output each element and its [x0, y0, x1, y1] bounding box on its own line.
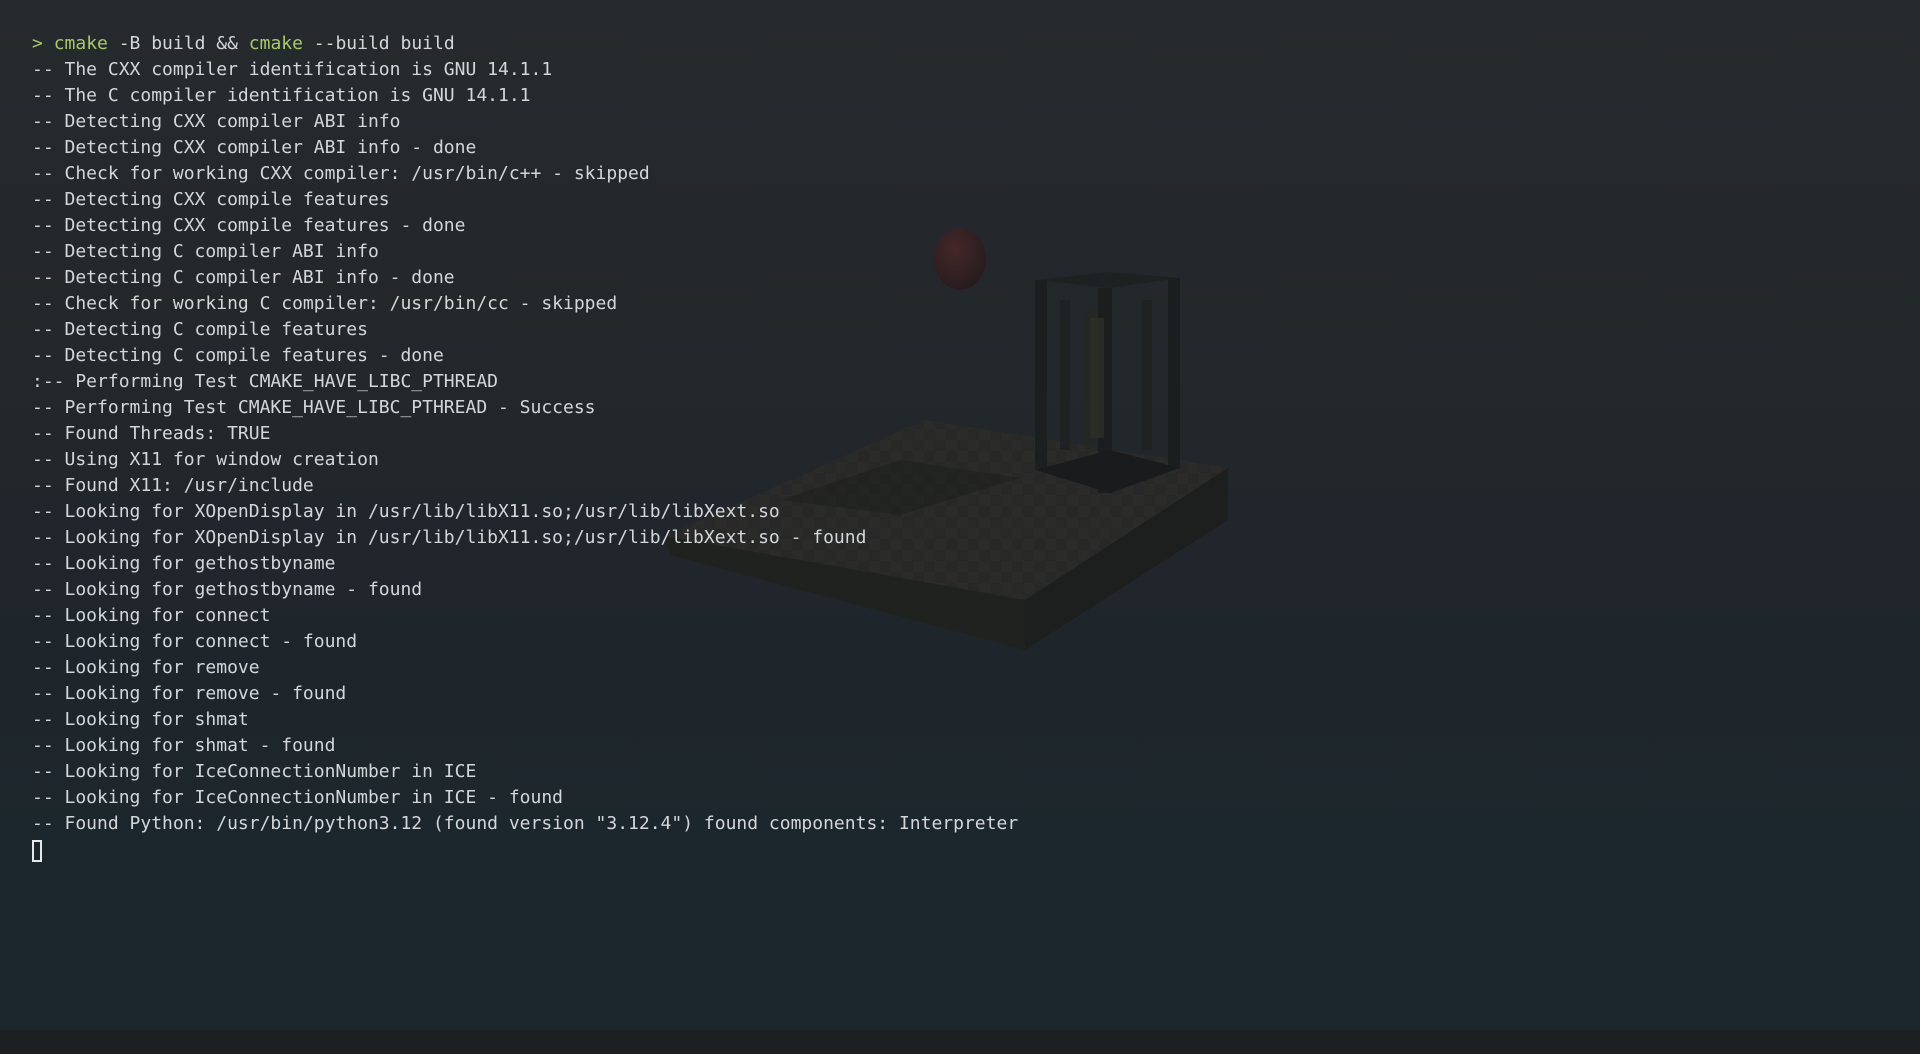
output-line: -- Looking for shmat - found [32, 735, 336, 756]
output-line: -- Looking for IceConnectionNumber in IC… [32, 761, 477, 782]
terminal-window[interactable]: > cmake -B build && cmake --build build … [0, 0, 1920, 1030]
output-line: -- Check for working CXX compiler: /usr/… [32, 163, 650, 184]
output-line: :-- Performing Test CMAKE_HAVE_LIBC_PTHR… [32, 371, 498, 392]
output-line: -- Looking for connect [32, 605, 271, 626]
output-line: -- Looking for XOpenDisplay in /usr/lib/… [32, 527, 867, 548]
output-line: -- Found X11: /usr/include [32, 475, 314, 496]
output-line: -- Looking for gethostbyname [32, 553, 336, 574]
output-line: -- Looking for connect - found [32, 631, 358, 652]
output-line: -- Detecting C compile features - done [32, 345, 444, 366]
output-line: -- Check for working C compiler: /usr/bi… [32, 293, 618, 314]
output-line: -- Looking for remove [32, 657, 260, 678]
output-line: -- The CXX compiler identification is GN… [32, 59, 553, 80]
output-line: -- Looking for IceConnectionNumber in IC… [32, 787, 564, 808]
cursor-line[interactable] [32, 837, 1888, 863]
command-name: cmake [53, 33, 108, 54]
output-line: -- Detecting C compiler ABI info - done [32, 267, 455, 288]
prompt-line: > cmake -B build && cmake --build build [32, 31, 1888, 57]
output-line: -- Detecting C compiler ABI info [32, 241, 379, 262]
output-line: -- Found Python: /usr/bin/python3.12 (fo… [32, 813, 1019, 834]
output-line: -- Using X11 for window creation [32, 449, 379, 470]
output-line: -- Looking for XOpenDisplay in /usr/lib/… [32, 501, 780, 522]
output-line: -- Looking for gethostbyname - found [32, 579, 423, 600]
output-line: -- Found Threads: TRUE [32, 423, 271, 444]
command-name: cmake [248, 33, 303, 54]
output-line: -- Detecting CXX compiler ABI info - don… [32, 137, 477, 158]
command-args: --build build [302, 33, 455, 54]
output-line: -- Detecting CXX compiler ABI info [32, 111, 401, 132]
output-line: -- Looking for shmat [32, 709, 249, 730]
terminal-cursor[interactable] [32, 840, 42, 862]
output-line: -- The C compiler identification is GNU … [32, 85, 531, 106]
output-line: -- Detecting CXX compile features - done [32, 215, 466, 236]
output-line: -- Looking for remove - found [32, 683, 347, 704]
output-line: -- Performing Test CMAKE_HAVE_LIBC_PTHRE… [32, 397, 596, 418]
prompt-arrow: > [32, 33, 43, 54]
bottom-bar [0, 1030, 1920, 1054]
output-line: -- Detecting CXX compile features [32, 189, 390, 210]
output-line: -- Detecting C compile features [32, 319, 368, 340]
command-args: -B build && [107, 33, 249, 54]
